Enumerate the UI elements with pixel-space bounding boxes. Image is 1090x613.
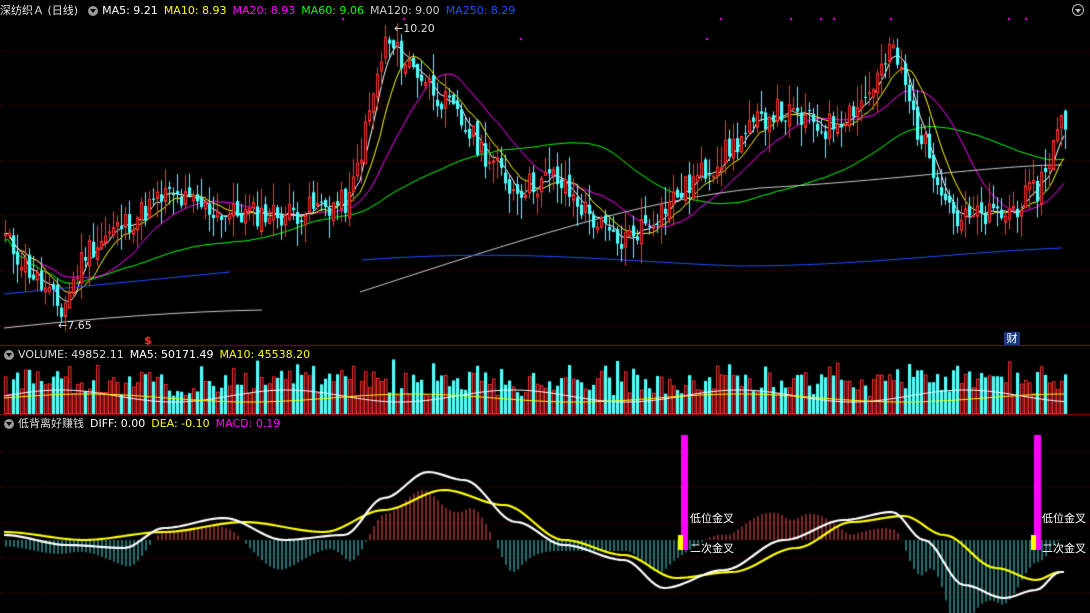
diff-value: DIFF: 0.00 (90, 417, 146, 430)
signal-dollar-mark[interactable]: $ (144, 334, 152, 347)
macd-indicator-name: 低背离好赚钱 (18, 417, 84, 430)
kline-chart-canvas[interactable] (0, 0, 1090, 613)
ma120-value: MA120: 9.00 (369, 4, 440, 17)
signal-second-golden-cross-1: 二次金叉 (690, 542, 734, 555)
volume-indicator-toggle-icon[interactable] (4, 350, 14, 360)
macd-value: MACD: 0.19 (215, 417, 281, 430)
volume-panel-header: VOLUME: 49852.11 MA5: 50171.49 MA10: 455… (0, 347, 316, 363)
volume-ma5: MA5: 50171.49 (129, 348, 214, 361)
volume-value: VOLUME: 49852.11 (18, 348, 124, 361)
stock-title: 深纺织Ａ (日线) (0, 4, 79, 17)
ma20-value: MA20: 8.93 (232, 4, 296, 17)
finance-badge[interactable]: 财 (1004, 332, 1020, 345)
dea-value: DEA: -0.10 (151, 417, 210, 430)
price-panel-header: 深纺织Ａ (日线) MA5: 9.21 MA10: 8.93 MA20: 8.9… (0, 3, 521, 19)
ma10-value: MA10: 8.93 (163, 4, 227, 17)
price-indicator-toggle-icon[interactable] (88, 6, 99, 16)
macd-panel-header: 低背离好赚钱 DIFF: 0.00 DEA: -0.10 MACD: 0.19 (0, 416, 286, 432)
high-price-label: ←10.20 (394, 22, 435, 35)
panel-menu-icon[interactable] (1072, 4, 1084, 16)
signal-second-golden-cross-2: 二次金叉 (1042, 542, 1086, 555)
volume-ma10: MA10: 45538.20 (219, 348, 311, 361)
ma250-value: MA250: 8.29 (445, 4, 516, 17)
macd-indicator-toggle-icon[interactable] (4, 419, 14, 429)
ma5-value: MA5: 9.21 (102, 4, 158, 17)
low-price-label: ←7.65 (58, 319, 92, 332)
signal-low-golden-cross-2: 低位金叉 (1042, 512, 1086, 525)
signal-low-golden-cross-1: 低位金叉 (690, 512, 734, 525)
ma60-value: MA60: 9.06 (301, 4, 364, 17)
